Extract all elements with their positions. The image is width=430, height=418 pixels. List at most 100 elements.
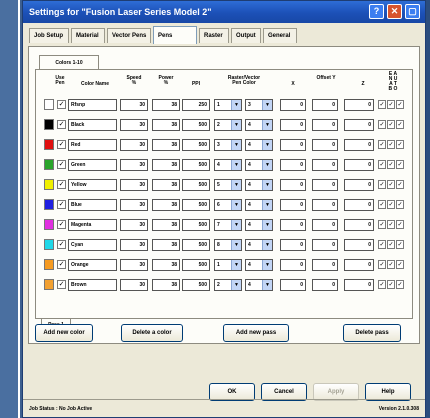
offset-y-field[interactable]: 0 (312, 279, 338, 291)
tab-job-setup[interactable]: Job Setup (29, 28, 69, 43)
raster-pen-select[interactable]: 1 ▼ (214, 259, 242, 271)
offset-x-field[interactable]: 0 (280, 99, 306, 111)
speed-field[interactable]: 30 (120, 119, 148, 131)
option-checkbox[interactable]: ✓ (396, 220, 404, 229)
offset-x-field[interactable]: 0 (280, 179, 306, 191)
speed-field[interactable]: 30 (120, 219, 148, 231)
ppi-field[interactable]: 500 (182, 179, 210, 191)
auto-checkbox[interactable]: ✓ (387, 120, 395, 129)
ppi-field[interactable]: 250 (182, 99, 210, 111)
offset-z-field[interactable]: 0 (344, 219, 374, 231)
delete-pass-button[interactable]: Delete pass (343, 324, 401, 342)
offset-z-field[interactable]: 0 (344, 259, 374, 271)
auto-checkbox[interactable]: ✓ (387, 280, 395, 289)
enable-checkbox[interactable]: ✓ (378, 220, 386, 229)
auto-checkbox[interactable]: ✓ (387, 200, 395, 209)
restore-title-button[interactable]: ▢ (405, 4, 420, 19)
tab-material[interactable]: Material (71, 28, 105, 43)
use-pen-checkbox[interactable]: ✓ (57, 140, 66, 149)
power-field[interactable]: 38 (152, 179, 180, 191)
raster-pen-select[interactable]: 1 ▼ (214, 99, 242, 111)
auto-checkbox[interactable]: ✓ (387, 100, 395, 109)
speed-field[interactable]: 30 (120, 199, 148, 211)
color-swatch[interactable] (44, 199, 54, 210)
use-pen-checkbox[interactable]: ✓ (57, 100, 66, 109)
close-title-button[interactable]: ✕ (387, 4, 402, 19)
color-name-field[interactable]: Blue (68, 199, 117, 211)
offset-y-field[interactable]: 0 (312, 119, 338, 131)
ppi-field[interactable]: 500 (182, 239, 210, 251)
option-checkbox[interactable]: ✓ (396, 180, 404, 189)
offset-x-field[interactable]: 0 (280, 239, 306, 251)
auto-checkbox[interactable]: ✓ (387, 240, 395, 249)
color-swatch[interactable] (44, 259, 54, 270)
offset-z-field[interactable]: 0 (344, 119, 374, 131)
color-swatch[interactable] (44, 139, 54, 150)
vector-color-select[interactable]: 4 ▼ (245, 279, 273, 291)
offset-x-field[interactable]: 0 (280, 199, 306, 211)
raster-pen-select[interactable]: 2 ▼ (214, 279, 242, 291)
raster-pen-select[interactable]: 3 ▼ (214, 139, 242, 151)
ppi-field[interactable]: 500 (182, 139, 210, 151)
color-name-field[interactable]: Black (68, 119, 117, 131)
vector-color-select[interactable]: 4 ▼ (245, 219, 273, 231)
tab-output[interactable]: Output (231, 28, 261, 43)
vector-color-select[interactable]: 4 ▼ (245, 159, 273, 171)
color-name-field[interactable]: Orange (68, 259, 117, 271)
use-pen-checkbox[interactable]: ✓ (57, 260, 66, 269)
ppi-field[interactable]: 500 (182, 219, 210, 231)
ppi-field[interactable]: 500 (182, 159, 210, 171)
power-field[interactable]: 38 (152, 259, 180, 271)
power-field[interactable]: 38 (152, 279, 180, 291)
color-swatch[interactable] (44, 219, 54, 230)
offset-y-field[interactable]: 0 (312, 199, 338, 211)
enable-checkbox[interactable]: ✓ (378, 280, 386, 289)
offset-z-field[interactable]: 0 (344, 159, 374, 171)
speed-field[interactable]: 30 (120, 239, 148, 251)
vector-color-select[interactable]: 3 ▼ (245, 99, 273, 111)
vector-color-select[interactable]: 4 ▼ (245, 259, 273, 271)
enable-checkbox[interactable]: ✓ (378, 240, 386, 249)
power-field[interactable]: 38 (152, 99, 180, 111)
tab-raster[interactable]: Raster (199, 28, 229, 43)
enable-checkbox[interactable]: ✓ (378, 100, 386, 109)
option-checkbox[interactable]: ✓ (396, 280, 404, 289)
offset-z-field[interactable]: 0 (344, 279, 374, 291)
option-checkbox[interactable]: ✓ (396, 160, 404, 169)
offset-x-field[interactable]: 0 (280, 139, 306, 151)
auto-checkbox[interactable]: ✓ (387, 160, 395, 169)
ppi-field[interactable]: 500 (182, 199, 210, 211)
speed-field[interactable]: 30 (120, 159, 148, 171)
offset-z-field[interactable]: 0 (344, 239, 374, 251)
delete-color-button[interactable]: Delete a color (121, 324, 183, 342)
color-swatch[interactable] (44, 179, 54, 190)
ppi-field[interactable]: 500 (182, 259, 210, 271)
offset-z-field[interactable]: 0 (344, 179, 374, 191)
enable-checkbox[interactable]: ✓ (378, 200, 386, 209)
offset-y-field[interactable]: 0 (312, 139, 338, 151)
use-pen-checkbox[interactable]: ✓ (57, 120, 66, 129)
raster-pen-select[interactable]: 2 ▼ (214, 119, 242, 131)
auto-checkbox[interactable]: ✓ (387, 140, 395, 149)
raster-pen-select[interactable]: 8 ▼ (214, 239, 242, 251)
offset-y-field[interactable]: 0 (312, 219, 338, 231)
speed-field[interactable]: 30 (120, 99, 148, 111)
offset-x-field[interactable]: 0 (280, 259, 306, 271)
vector-color-select[interactable]: 4 ▼ (245, 239, 273, 251)
power-field[interactable]: 38 (152, 139, 180, 151)
raster-pen-select[interactable]: 7 ▼ (214, 219, 242, 231)
tab-colors-1-10[interactable]: Colors 1-10 (39, 55, 99, 70)
color-name-field[interactable]: Rfsnp (68, 99, 117, 111)
use-pen-checkbox[interactable]: ✓ (57, 240, 66, 249)
color-name-field[interactable]: Brown (68, 279, 117, 291)
speed-field[interactable]: 30 (120, 279, 148, 291)
tab-pens[interactable]: Pens (153, 26, 197, 44)
use-pen-checkbox[interactable]: ✓ (57, 220, 66, 229)
use-pen-checkbox[interactable]: ✓ (57, 160, 66, 169)
vector-color-select[interactable]: 4 ▼ (245, 139, 273, 151)
offset-y-field[interactable]: 0 (312, 159, 338, 171)
use-pen-checkbox[interactable]: ✓ (57, 280, 66, 289)
power-field[interactable]: 38 (152, 219, 180, 231)
enable-checkbox[interactable]: ✓ (378, 260, 386, 269)
option-checkbox[interactable]: ✓ (396, 200, 404, 209)
